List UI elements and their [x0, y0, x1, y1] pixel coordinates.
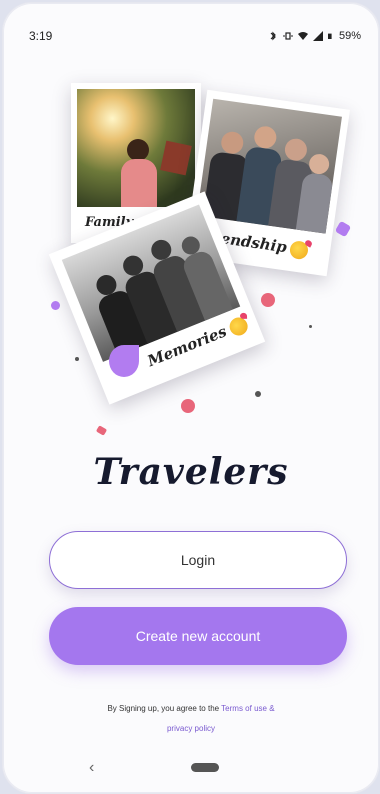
confetti-dot [181, 399, 195, 413]
terms-of-use-link[interactable]: Terms of use & [221, 704, 274, 713]
create-account-button[interactable]: Create new account [49, 607, 347, 665]
confetti-dot [75, 357, 79, 361]
login-button[interactable]: Login [49, 531, 347, 589]
confetti-dot [95, 425, 108, 436]
heart-face-emoji-icon [289, 240, 310, 261]
confetti-dot [261, 293, 275, 307]
privacy-policy-link[interactable]: privacy policy [167, 724, 215, 733]
photo-friends-group [196, 98, 342, 234]
terms-prefix: By Signing up, you agree to the [107, 704, 220, 713]
app-title: Travelers [93, 451, 289, 493]
phone-screen: 3:19 59% Family Friendship Memories Trav… [2, 2, 380, 794]
home-button[interactable] [191, 763, 219, 772]
confetti-dot [334, 220, 352, 238]
heart-face-emoji-icon [226, 314, 250, 339]
photo-collage: Family Friendship Memories [3, 3, 379, 443]
terms-notice: By Signing up, you agree to the Terms of… [3, 699, 379, 739]
system-nav-bar: ‹ [3, 755, 379, 779]
confetti-dot [309, 325, 312, 328]
confetti-dot [51, 301, 60, 310]
back-button[interactable]: ‹ [89, 759, 94, 777]
confetti-dot [109, 345, 139, 377]
confetti-dot [255, 391, 261, 397]
photo-person-sunlight [77, 89, 195, 207]
